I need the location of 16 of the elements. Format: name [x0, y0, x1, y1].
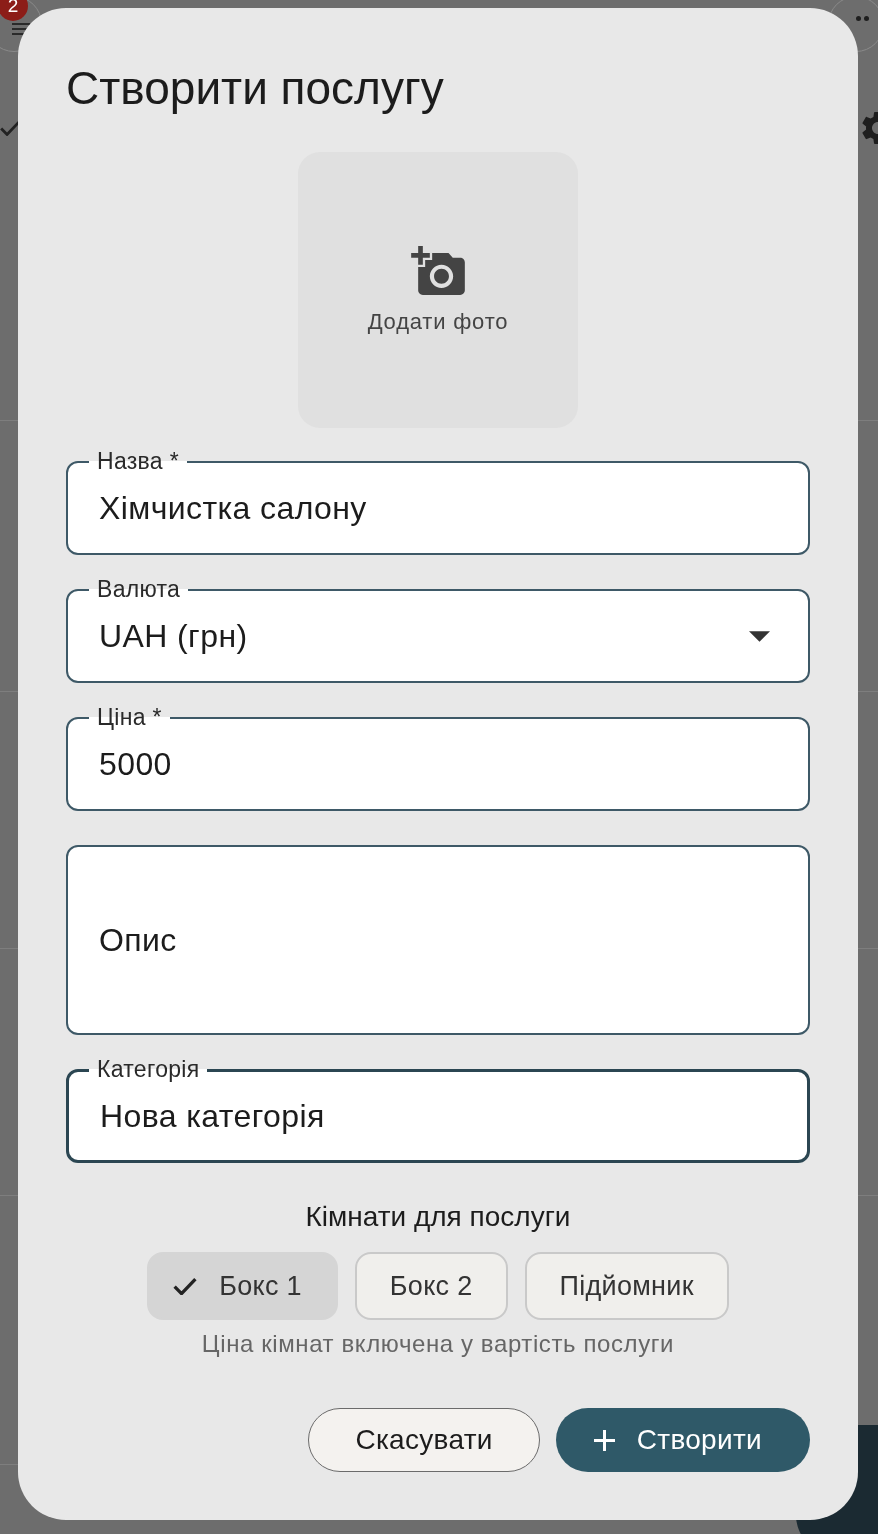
dropdown-caret-icon — [749, 630, 770, 642]
dialog-title: Створити послугу — [66, 61, 444, 116]
camera-plus-icon — [411, 245, 465, 295]
room-chip[interactable]: Підйомник — [524, 1252, 729, 1320]
room-chip[interactable]: Бокс 1 — [147, 1252, 338, 1320]
check-icon — [0, 119, 20, 136]
rooms-helper-text: Ціна кімнат включена у вартість послуги — [201, 1330, 675, 1358]
add-photo-button[interactable]: Додати фото — [298, 152, 578, 428]
room-chip[interactable]: Бокс 2 — [354, 1252, 508, 1320]
field-label: Опис — [99, 921, 177, 959]
check-icon — [173, 1277, 198, 1295]
plus-icon — [593, 1429, 615, 1451]
create-button[interactable]: Створити — [555, 1408, 810, 1472]
rooms-heading: Кімнати для послуги — [305, 1200, 571, 1234]
add-photo-label: Додати фото — [367, 308, 509, 335]
cancel-button[interactable]: Скасувати — [308, 1408, 540, 1472]
